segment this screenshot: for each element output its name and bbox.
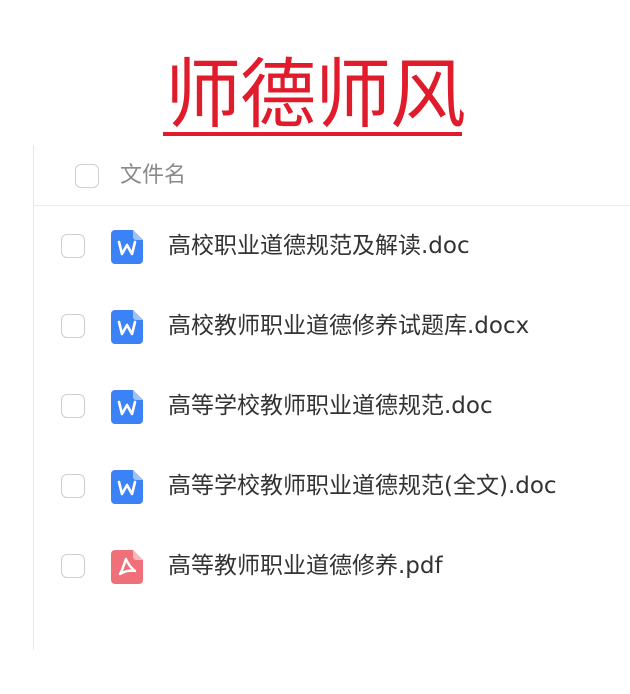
- file-name[interactable]: 高校教师职业道德修养试题库.docx: [168, 310, 529, 342]
- page: 师德师风 文件名 高校职业道德规范及解读.doc 高校教师职业道德修养试题库.d…: [0, 0, 630, 694]
- file-list-panel: 文件名 高校职业道德规范及解读.doc 高校教师职业道德修养试题库.docx 高…: [33, 145, 630, 650]
- file-name[interactable]: 高等教师职业道德修养.pdf: [168, 550, 443, 582]
- banner-underline: [163, 132, 462, 136]
- file-name[interactable]: 高校职业道德规范及解读.doc: [168, 230, 470, 262]
- row-checkbox[interactable]: [61, 234, 85, 258]
- row-checkbox[interactable]: [61, 554, 85, 578]
- pdf-icon: [111, 550, 143, 584]
- file-row[interactable]: 高等教师职业道德修养.pdf: [34, 526, 630, 606]
- banner-title: 师德师风: [165, 50, 466, 139]
- file-row[interactable]: 高等学校教师职业道德规范.doc: [34, 366, 630, 446]
- file-name[interactable]: 高等学校教师职业道德规范.doc: [168, 390, 493, 422]
- word-doc-icon: [111, 310, 143, 344]
- file-row[interactable]: 高校教师职业道德修养试题库.docx: [34, 286, 630, 366]
- file-list-header: 文件名: [34, 145, 630, 206]
- word-doc-icon: [111, 470, 143, 504]
- row-checkbox[interactable]: [61, 474, 85, 498]
- file-row[interactable]: 高等学校教师职业道德规范(全文).doc: [34, 446, 630, 526]
- row-checkbox[interactable]: [61, 314, 85, 338]
- file-row[interactable]: 高校职业道德规范及解读.doc: [34, 206, 630, 286]
- row-checkbox[interactable]: [61, 394, 85, 418]
- column-header-filename: 文件名: [120, 163, 187, 188]
- file-name[interactable]: 高等学校教师职业道德规范(全文).doc: [168, 470, 557, 502]
- word-doc-icon: [111, 230, 143, 264]
- select-all-checkbox[interactable]: [75, 164, 99, 188]
- file-rows: 高校职业道德规范及解读.doc 高校教师职业道德修养试题库.docx 高等学校教…: [34, 206, 630, 606]
- word-doc-icon: [111, 390, 143, 424]
